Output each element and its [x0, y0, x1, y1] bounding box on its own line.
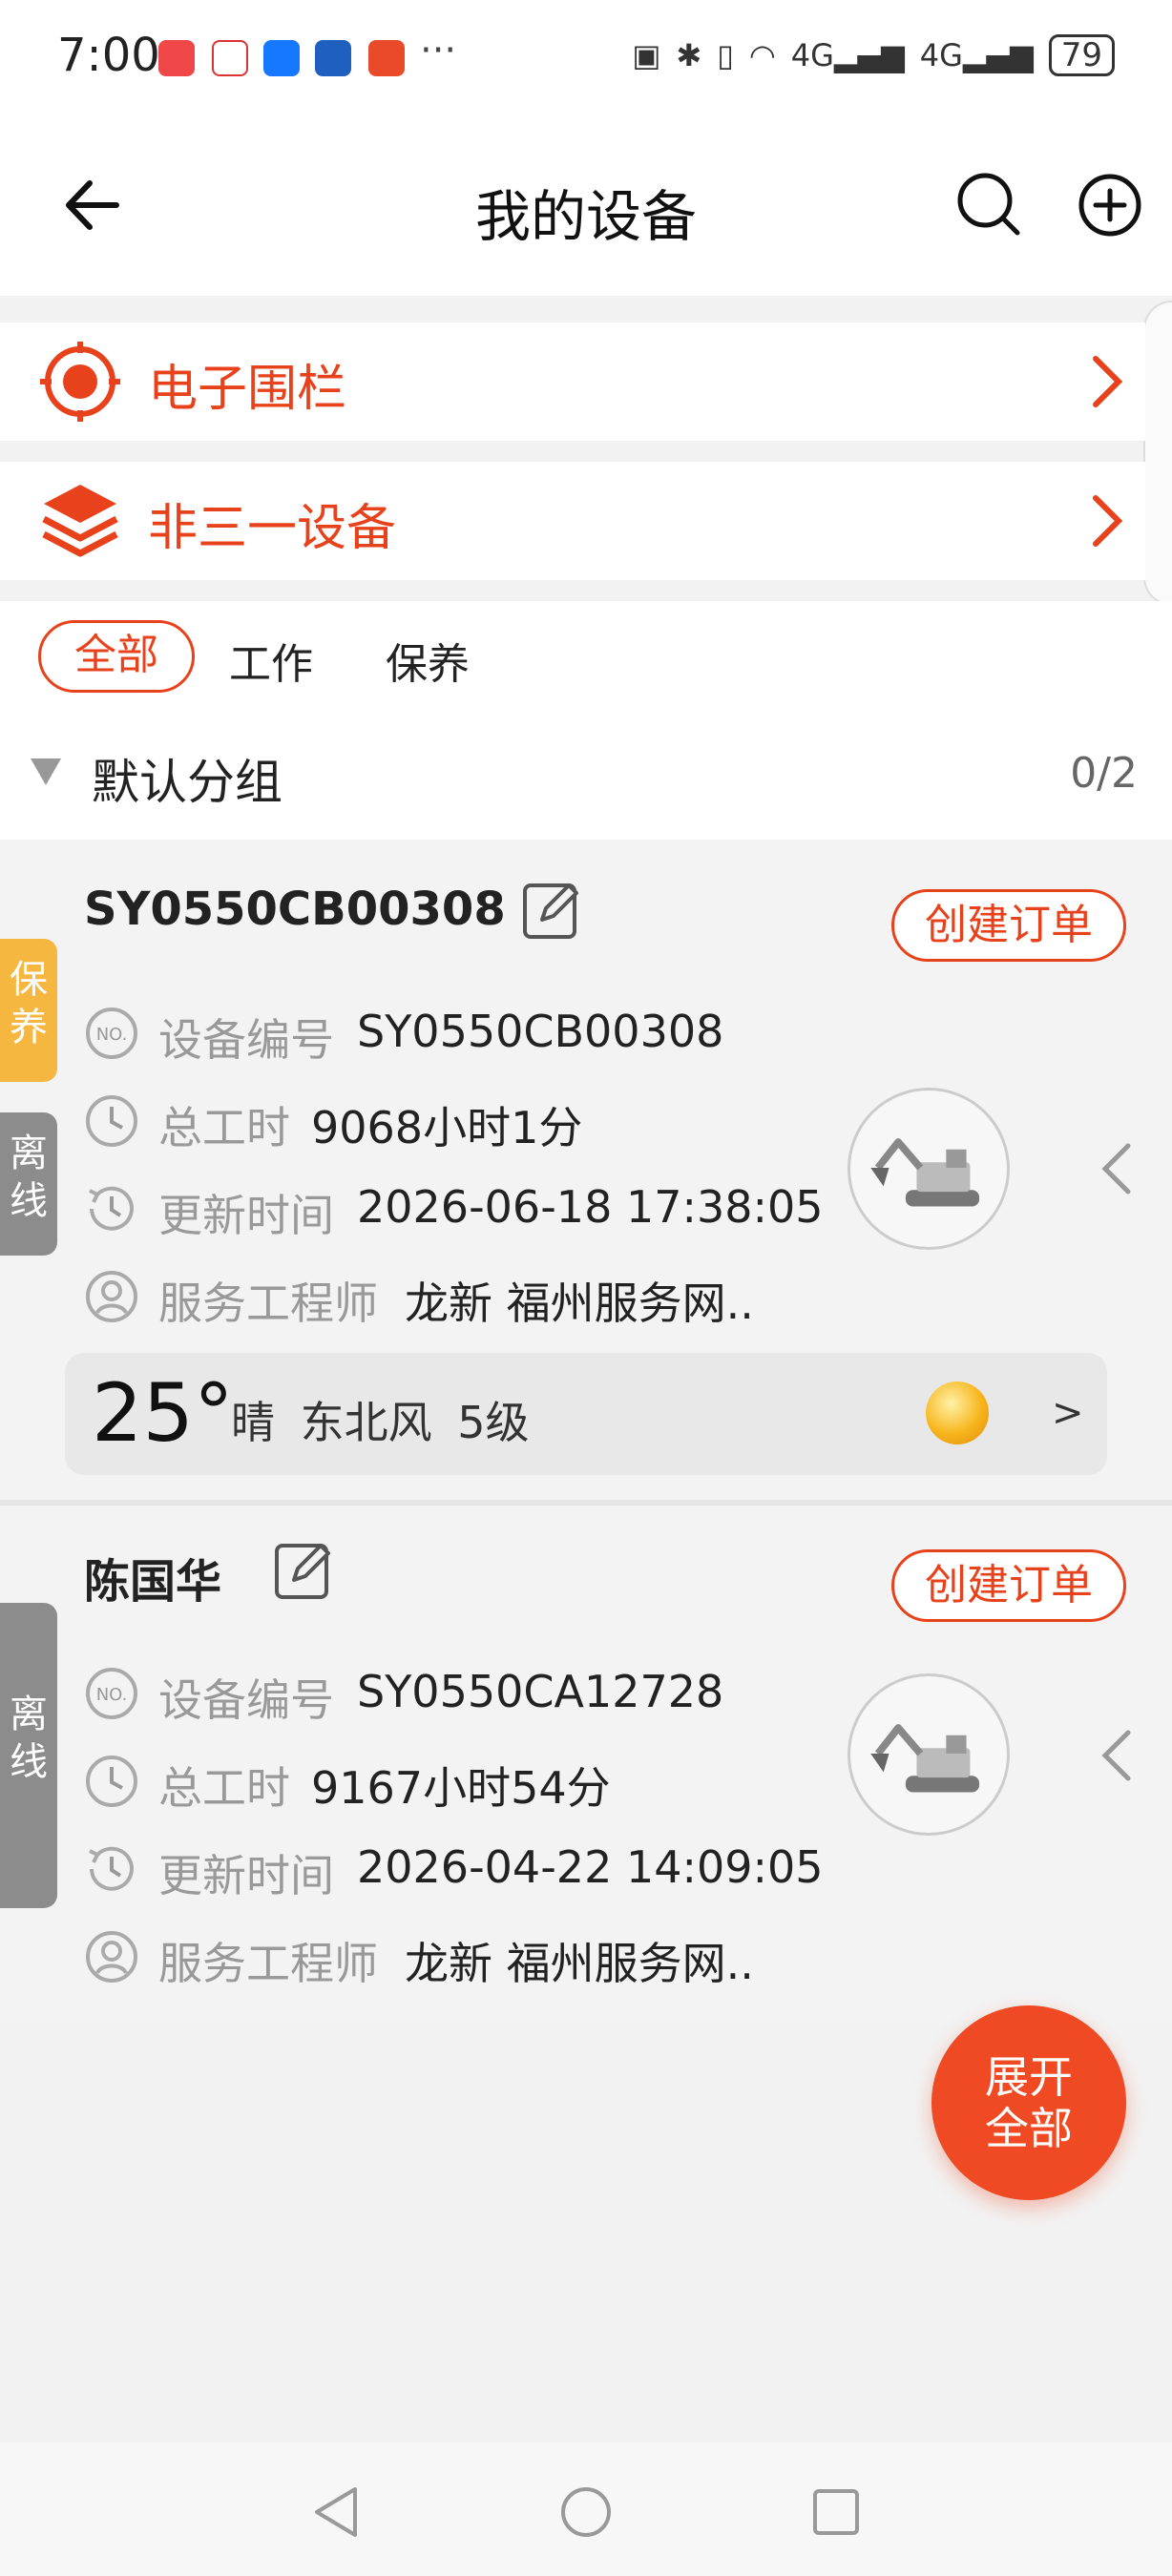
excavator-icon: [870, 1138, 980, 1207]
field-label: 服务工程师: [158, 1278, 378, 1329]
bluetooth-icon: ✱: [676, 37, 702, 73]
field-label: 设备编号: [158, 1674, 334, 1726]
group-count: 0/2: [1070, 749, 1138, 798]
field-value: 2026-04-22 14:09:05: [357, 1841, 824, 1893]
field-label: 总工时: [158, 1762, 290, 1814]
maintenance-tag: 保养: [0, 939, 57, 1082]
target-icon: [40, 342, 120, 422]
field-value: SY0550CB00308: [357, 1006, 724, 1057]
weather-description: 晴 东北风 5级: [231, 1397, 530, 1448]
edit-icon[interactable]: [273, 1538, 336, 1601]
collapse-triangle-icon[interactable]: [31, 758, 61, 785]
clock-icon: [89, 1846, 134, 1891]
device-title: SY0550CB00308: [84, 883, 506, 936]
field-label: 总工时: [158, 1102, 290, 1153]
offline-tag: 离线: [0, 1112, 57, 1256]
expand-all-line2: 全部: [985, 2103, 1073, 2154]
more-notifications-icon: ···: [420, 29, 457, 73]
app-notification-icon: [158, 40, 195, 76]
hours-icon: [86, 1095, 137, 1147]
chevron-right-icon: [1093, 356, 1123, 407]
edit-icon[interactable]: [521, 878, 584, 941]
side-drawer-handle[interactable]: [1143, 301, 1172, 606]
hours-icon: [86, 1755, 137, 1807]
maintenance-tag-label: 保养: [10, 958, 48, 1049]
wifi-icon: ◠: [748, 37, 776, 73]
clock-icon: [89, 1186, 134, 1231]
offline-tag-label: 离线: [10, 1132, 48, 1223]
battery-indicator: 79: [1048, 34, 1115, 76]
alipay-notification-icon: [263, 40, 300, 76]
geofence-label: 电子围栏: [148, 361, 347, 418]
search-icon[interactable]: [954, 170, 1023, 239]
field-value: 9167小时54分: [311, 1762, 611, 1814]
excavator-icon: [870, 1724, 980, 1793]
field-value: 2026-06-18 17:38:05: [357, 1181, 824, 1233]
field-label: 设备编号: [158, 1014, 334, 1066]
network-type-label: 4G: [790, 37, 834, 73]
bank-notification-icon: [315, 40, 351, 76]
weather-detail-arrow[interactable]: >: [1052, 1391, 1084, 1435]
chevron-left-icon[interactable]: [1098, 1727, 1136, 1784]
vibrate-icon: ▯: [717, 37, 734, 73]
signal2-icon: 4G▂▄▆: [919, 37, 1034, 73]
tab-maintenance[interactable]: 保养: [386, 630, 470, 691]
signal-icon: 4G▂▄▆: [790, 37, 905, 73]
svg-text:NO.: NO.: [96, 1025, 128, 1045]
person-icon: [86, 1931, 137, 1983]
add-device-icon[interactable]: [1077, 172, 1143, 239]
expand-all-button[interactable]: 展开 全部: [931, 2005, 1126, 2200]
number-icon: NO.: [86, 1668, 137, 1719]
chevron-right-icon: [1093, 495, 1123, 547]
field-label: 更新时间: [158, 1190, 334, 1241]
group-name[interactable]: 默认分组: [92, 744, 283, 813]
temperature: 25°: [92, 1366, 234, 1460]
non-sany-device-label: 非三一设备: [148, 500, 397, 557]
field-value: 龙新 福州服务网..: [405, 1938, 754, 1989]
layers-icon: [42, 485, 118, 557]
field-value: 9068小时1分: [311, 1102, 583, 1153]
create-order-button[interactable]: 创建订单: [891, 1549, 1126, 1622]
field-label: 服务工程师: [158, 1938, 378, 1989]
person-icon: [86, 1271, 137, 1322]
number-icon: NO.: [86, 1008, 137, 1059]
create-order-button[interactable]: 创建订单: [891, 889, 1126, 962]
nav-recents-icon[interactable]: [807, 2483, 865, 2541]
field-label: 更新时间: [158, 1850, 334, 1901]
network-type-label-2: 4G: [919, 37, 963, 73]
nav-home-icon[interactable]: [557, 2483, 615, 2541]
expand-all-line1: 展开: [985, 2051, 1073, 2103]
field-value: 龙新 福州服务网..: [405, 1278, 754, 1329]
device-title: 陈国华: [84, 1555, 222, 1609]
field-value: SY0550CA12728: [357, 1666, 724, 1717]
chevron-left-icon[interactable]: [1098, 1140, 1136, 1197]
weibo-notification-icon: [212, 40, 248, 76]
nfc-icon: ▣: [632, 37, 661, 73]
device-image: [848, 1673, 1010, 1836]
tab-working[interactable]: 工作: [229, 630, 313, 691]
svg-text:NO.: NO.: [96, 1685, 128, 1705]
offline-tag-label: 离线: [10, 1693, 48, 1784]
tab-all[interactable]: 全部: [38, 620, 195, 693]
status-indicators: ▣ ✱ ▯ ◠ 4G▂▄▆ 4G▂▄▆ 79: [632, 34, 1115, 76]
status-time: 7:00: [57, 29, 160, 82]
bank2-notification-icon: [368, 40, 405, 76]
offline-tag: 离线: [0, 1603, 57, 1908]
nav-back-icon[interactable]: [307, 2483, 365, 2541]
device-image: [848, 1088, 1010, 1250]
sun-icon: [926, 1381, 989, 1444]
